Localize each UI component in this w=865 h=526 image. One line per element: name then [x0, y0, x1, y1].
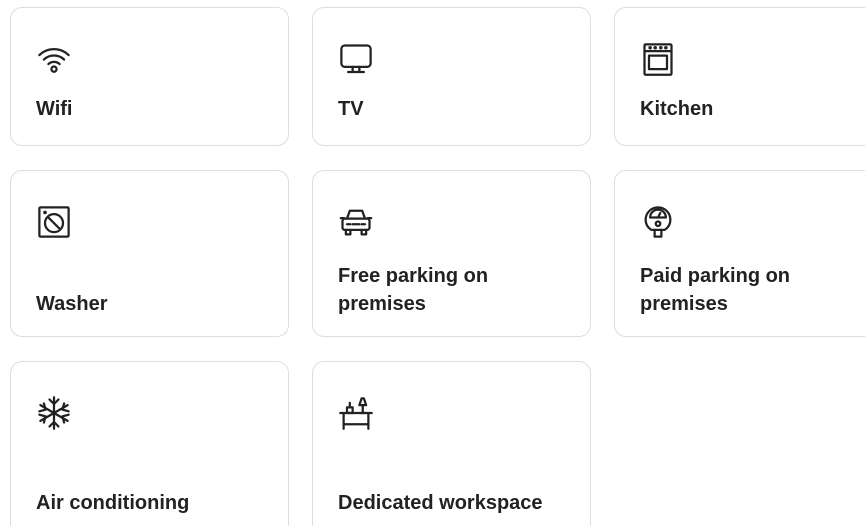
amenity-card-kitchen[interactable]: Kitchen	[614, 7, 865, 146]
amenity-card-paid-parking[interactable]: Paid parking on premises	[614, 170, 865, 337]
amenity-card-wifi[interactable]: Wifi	[10, 7, 289, 146]
amenity-label: Kitchen	[640, 98, 714, 120]
parking-meter-icon	[640, 204, 676, 240]
amenity-label: TV	[338, 98, 364, 120]
amenity-label: Free parking on premises	[338, 265, 489, 315]
amenity-card-tv[interactable]: TV	[312, 7, 591, 146]
tv-icon	[338, 41, 374, 77]
kitchen-icon	[640, 41, 676, 77]
amenity-card-free-parking[interactable]: Free parking on premises	[312, 170, 591, 337]
amenity-label: Dedicated workspace	[338, 492, 543, 514]
wifi-icon	[36, 41, 72, 77]
amenity-label: Washer	[36, 293, 108, 315]
desk-lamp-icon	[338, 395, 374, 431]
washer-icon	[36, 204, 72, 240]
amenities-grid: Wifi TV Kitchen Washer Free parking on p…	[0, 0, 865, 526]
amenity-card-workspace[interactable]: Dedicated workspace	[312, 361, 591, 526]
amenity-card-air-conditioning[interactable]: Air conditioning	[10, 361, 289, 526]
amenity-label: Paid parking on premises	[640, 265, 791, 315]
amenity-label: Air conditioning	[36, 492, 190, 514]
snowflake-icon	[36, 395, 72, 431]
amenity-label: Wifi	[36, 98, 73, 120]
amenity-card-washer[interactable]: Washer	[10, 170, 289, 337]
car-icon	[338, 204, 374, 240]
